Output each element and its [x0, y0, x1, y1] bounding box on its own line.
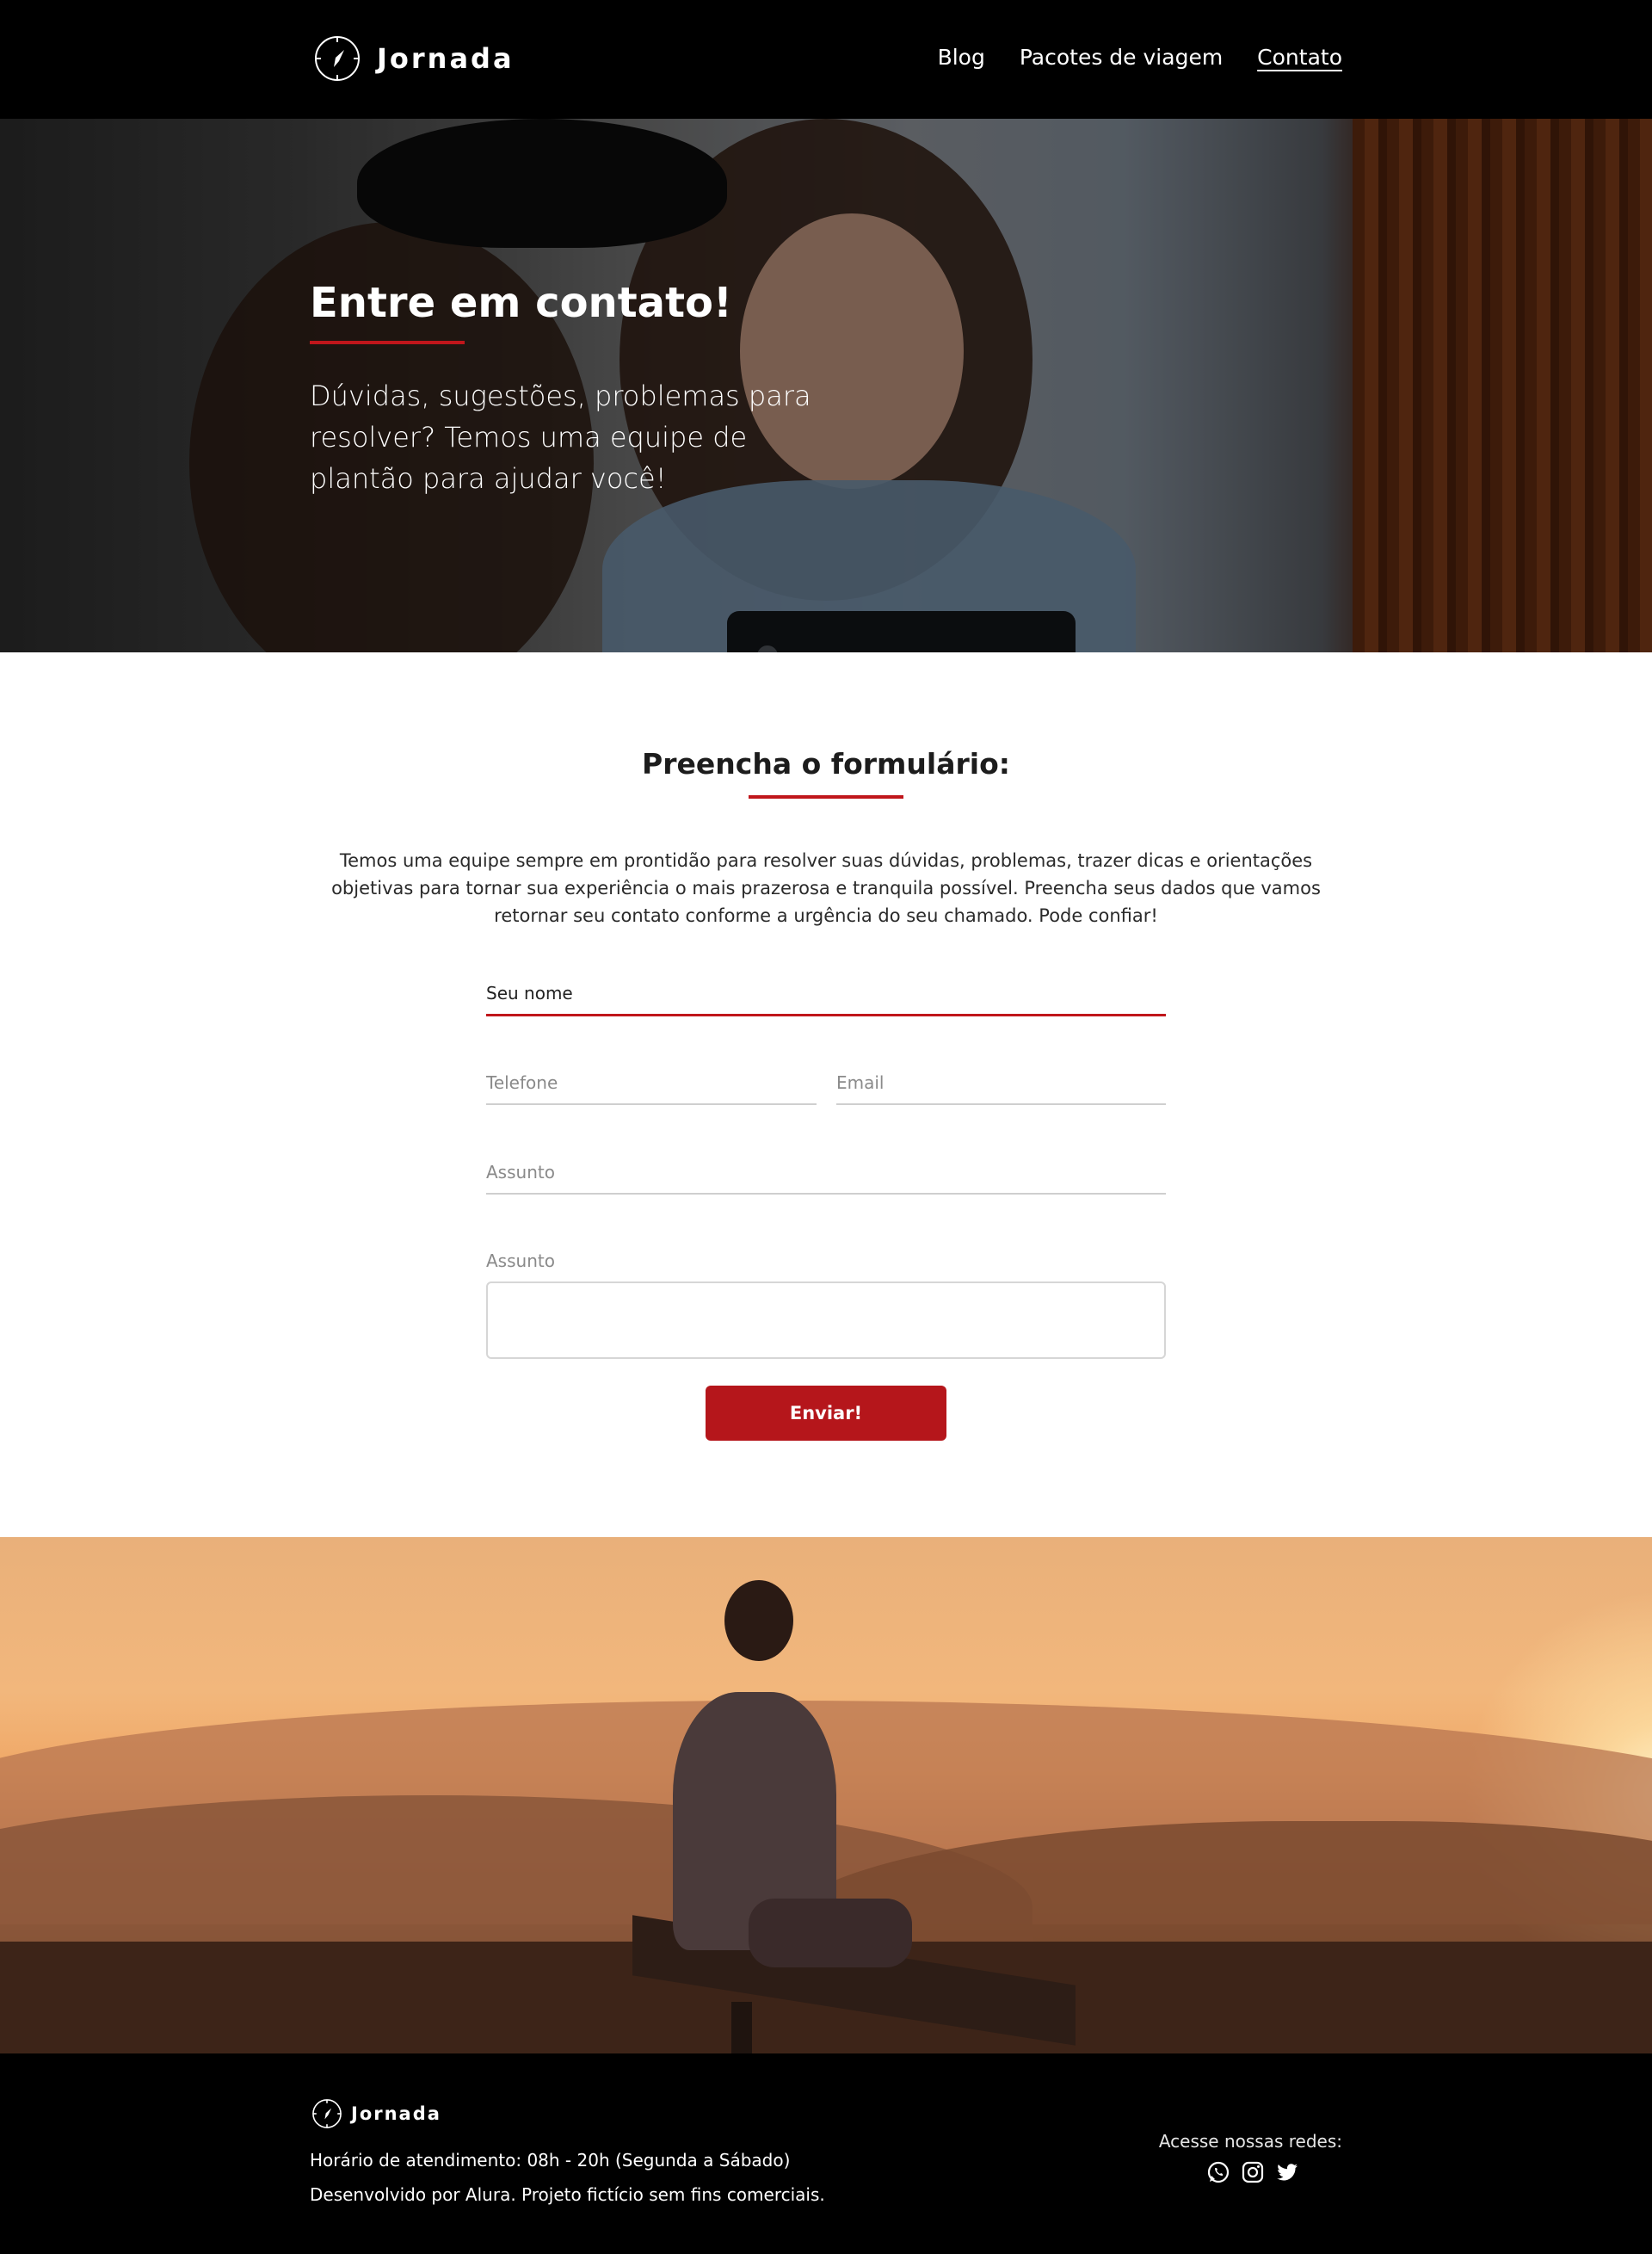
social-links — [1206, 2160, 1299, 2184]
form-title-underline — [749, 795, 903, 799]
bench-leg — [731, 2002, 752, 2053]
submit-button[interactable]: Enviar! — [706, 1386, 946, 1441]
subject-field[interactable]: Assunto — [486, 1162, 1166, 1195]
nav-link-pacotes[interactable]: Pacotes de viagem — [1020, 45, 1223, 70]
person-legs — [749, 1899, 912, 1967]
subject-field-underline — [486, 1193, 1166, 1195]
hero-content: Entre em contato! Dúvidas, sugestões, pr… — [310, 279, 843, 499]
phone-field-label: Telefone — [486, 1072, 558, 1093]
message-textarea[interactable] — [486, 1281, 1166, 1359]
footer-hours: Horário de atendimento: 08h - 20h (Segun… — [310, 2150, 791, 2171]
form-description: Temos uma equipe sempre em prontidão par… — [331, 850, 1321, 926]
main-nav: Blog Pacotes de viagem Contato — [938, 45, 1342, 70]
hero-banner: Entre em contato! Dúvidas, sugestões, pr… — [0, 119, 1652, 652]
instagram-icon[interactable] — [1241, 2160, 1265, 2184]
brand-name: Jornada — [377, 42, 515, 75]
email-field-underline — [836, 1103, 1166, 1105]
whatsapp-icon[interactable] — [1206, 2160, 1230, 2184]
footer-brand-logo[interactable]: Jornada — [311, 2098, 441, 2129]
footer-credits: Desenvolvido por Alura. Projeto fictício… — [310, 2184, 825, 2205]
phone-field[interactable]: Telefone — [486, 1072, 817, 1105]
compass-icon — [312, 2099, 342, 2128]
compass-icon — [315, 36, 360, 81]
sunset-photo — [0, 1537, 1652, 2053]
form-title: Preencha o formulário: — [642, 747, 1010, 781]
hero-text: Dúvidas, sugestões, problemas para resol… — [310, 379, 811, 495]
email-field[interactable]: Email — [836, 1072, 1166, 1105]
phone-field-underline — [486, 1103, 817, 1105]
site-footer: Jornada Horário de atendimento: 08h - 20… — [0, 2053, 1652, 2254]
email-field-label: Email — [836, 1072, 885, 1093]
message-field: Assunto — [486, 1251, 1166, 1359]
subject-field-label: Assunto — [486, 1162, 555, 1183]
name-field[interactable]: Seu nome — [486, 983, 1166, 1016]
footer-brand-name: Jornada — [351, 2103, 441, 2124]
brand-logo[interactable]: Jornada — [313, 34, 515, 83]
nav-link-blog[interactable]: Blog — [938, 45, 985, 70]
message-field-label: Assunto — [486, 1251, 555, 1271]
hero-title: Entre em contato! — [310, 279, 732, 327]
name-field-label: Seu nome — [486, 983, 573, 1003]
nav-link-contato[interactable]: Contato — [1257, 45, 1342, 70]
name-field-underline — [486, 1014, 1166, 1016]
person-head — [724, 1580, 793, 1661]
contact-form-section: Preencha o formulário: Temos uma equipe … — [0, 652, 1652, 1537]
twitter-icon[interactable] — [1275, 2160, 1299, 2184]
site-header: Jornada Blog Pacotes de viagem Contato — [0, 0, 1652, 119]
hero-title-underline — [310, 340, 465, 344]
social-label: Acesse nossas redes: — [1158, 2131, 1342, 2152]
